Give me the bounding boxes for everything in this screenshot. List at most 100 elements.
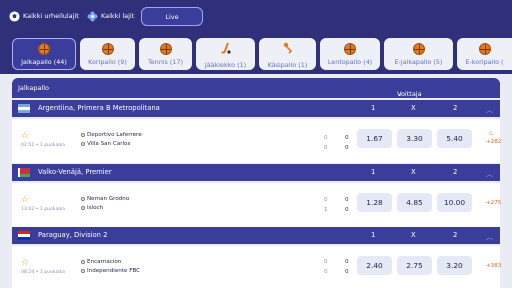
tab-label: E-jalkapallo (5) <box>394 57 443 66</box>
all-types-link[interactable]: Kaikki lajit <box>86 10 134 22</box>
shirt-icon <box>81 259 85 264</box>
tab-lentopallo[interactable]: Lentopallo (4) <box>320 38 380 70</box>
top-navigation: Kaikki urheilulajit Kaikki lajit Live <box>0 0 512 34</box>
home-team: Deportivo Laferrere <box>81 132 142 138</box>
all-types-label: Kaikki lajit <box>101 12 135 20</box>
league-name: Argentiina, Primera B Metropolitana <box>38 104 160 112</box>
col-x-label: X <box>411 104 416 112</box>
sport-title: Jalkapallo <box>18 84 50 92</box>
home-team-name: Neman Grodno <box>87 196 130 202</box>
odd-1-button[interactable]: 2.40 <box>357 256 392 275</box>
tab-koripallo[interactable]: Koripallo (9) <box>80 38 135 70</box>
match-row[interactable]: ☆ 08:24 • 1 puoliaika Encarnacion Indepe… <box>12 246 501 288</box>
tab-label: Lentopallo (4) <box>327 57 373 66</box>
col-1-label: 1 <box>371 168 376 176</box>
more-markets-link[interactable]: +275 <box>486 200 501 206</box>
league-row[interactable]: Valko-Venäjä, Premier 1 X 2 ︿ <box>12 164 500 181</box>
tab-label: Koripallo (9) <box>88 57 127 66</box>
period-score-home: 0 <box>324 135 328 141</box>
football-icon <box>8 10 20 22</box>
period-score-home: 0 <box>324 197 328 203</box>
belarus-flag-icon <box>18 168 30 177</box>
basketball-icon <box>38 42 50 55</box>
tab-label: Tennis (17) <box>147 57 184 66</box>
favorite-star-icon[interactable]: ☆ <box>21 195 29 205</box>
table-header: Jalkapallo Voittaja ⌄ <box>12 78 500 98</box>
odd-2-button[interactable]: 3.20 <box>437 256 472 275</box>
odd-x-button[interactable]: 3.30 <box>397 129 432 148</box>
odd-1-button[interactable]: 1.28 <box>357 193 392 212</box>
all-sports-label: Kaikki urheilulajit <box>23 12 79 20</box>
col-1-label: 1 <box>371 231 376 239</box>
col-x-label: X <box>411 168 416 176</box>
away-team-name: Villa San Carlos <box>87 141 131 147</box>
score-away: 0 <box>345 269 349 275</box>
odd-2-button[interactable]: 10.00 <box>437 193 472 212</box>
all-sports-link[interactable]: Kaikki urheilulajit <box>8 10 79 22</box>
basketball-icon <box>159 42 172 55</box>
hockey-icon <box>220 39 232 58</box>
tab-label: Jalkapallo (44) <box>21 57 67 66</box>
period-score-away: 0 <box>324 269 328 275</box>
home-team: Neman Grodno <box>81 196 129 202</box>
col-2-label: 2 <box>453 168 458 176</box>
odd-1-button[interactable]: 1.67 <box>357 129 392 148</box>
live-label: Live <box>165 12 179 21</box>
col-1-label: 1 <box>371 104 376 112</box>
home-team-name: Deportivo Laferrere <box>87 132 142 138</box>
tab-kasipallo[interactable]: Käsipallo (1) <box>259 38 316 70</box>
shirt-icon <box>81 132 85 137</box>
favorite-star-icon[interactable]: ☆ <box>21 258 29 268</box>
home-team: Encarnacion <box>81 259 121 265</box>
tab-label: Käsipallo (1) <box>267 61 308 69</box>
match-row[interactable]: ☆ 02:51 • 1 puoliaika Deportivo Laferrer… <box>12 119 501 163</box>
chevron-down-icon: ⌄ <box>397 90 403 98</box>
home-team-name: Encarnacion <box>87 259 122 265</box>
basketball-icon <box>101 42 114 55</box>
more-markets-link[interactable]: +383 <box>486 263 501 269</box>
period-score-home: 0 <box>324 259 328 265</box>
period-score-away: 0 <box>324 145 328 151</box>
shirt-icon <box>81 268 85 273</box>
collapse-icon[interactable]: ︿ <box>486 231 493 241</box>
match-time: 13:02 • 1 puoliaika <box>21 207 65 212</box>
handball-icon <box>282 39 294 58</box>
away-team-name: Independiente FBC <box>87 268 141 274</box>
tab-e-koripallo[interactable]: E-koripallo ( <box>457 38 512 70</box>
score-home: 0 <box>345 135 349 141</box>
match-time: 08:24 • 1 puoliaika <box>21 270 65 275</box>
ebasketball-icon <box>478 42 491 55</box>
tab-jaakiekko[interactable]: Jääkiekko (1) <box>196 38 255 70</box>
odd-2-button[interactable]: 5.40 <box>437 129 472 148</box>
col-2-label: 2 <box>453 104 458 112</box>
league-name: Paraguay, Division 2 <box>38 231 108 239</box>
live-button[interactable]: Live <box>141 7 203 26</box>
tab-jalkapallo[interactable]: Jalkapallo (44) <box>12 38 76 70</box>
fire-icon: ♨ <box>488 129 495 137</box>
league-row[interactable]: Paraguay, Division 2 1 X 2 ︿ <box>12 227 500 244</box>
score-away: 0 <box>345 207 349 213</box>
away-team: Isloch <box>81 205 103 211</box>
odd-x-button[interactable]: 4.85 <box>397 193 432 212</box>
odd-x-button[interactable]: 2.75 <box>397 256 432 275</box>
efootball-icon <box>412 42 425 55</box>
tab-e-jalkapallo[interactable]: E-jalkapallo (5) <box>384 38 453 70</box>
col-x-label: X <box>411 231 416 239</box>
score-home: 0 <box>345 259 349 265</box>
match-row[interactable]: ☆ 13:02 • 1 puoliaika Neman Grodno Isloc… <box>12 183 501 227</box>
away-team: Villa San Carlos <box>81 141 130 147</box>
volleyball-icon <box>344 42 356 55</box>
league-row[interactable]: Argentiina, Primera B Metropolitana 1 X … <box>12 100 500 117</box>
tab-tennis[interactable]: Tennis (17) <box>139 38 192 70</box>
tab-label: Jääkiekko (1) <box>204 61 247 69</box>
collapse-icon[interactable]: ︿ <box>486 104 493 114</box>
tab-label: E-koripallo ( <box>465 57 504 66</box>
collapse-icon[interactable]: ︿ <box>486 168 493 178</box>
more-markets-link[interactable]: +282 <box>486 139 501 145</box>
score-away: 0 <box>345 145 349 151</box>
away-team: Independiente FBC <box>81 268 140 274</box>
match-time: 02:51 • 1 puoliaika <box>21 143 65 148</box>
away-team-name: Isloch <box>87 205 104 211</box>
favorite-star-icon[interactable]: ☆ <box>21 131 29 141</box>
league-name: Valko-Venäjä, Premier <box>38 168 112 176</box>
